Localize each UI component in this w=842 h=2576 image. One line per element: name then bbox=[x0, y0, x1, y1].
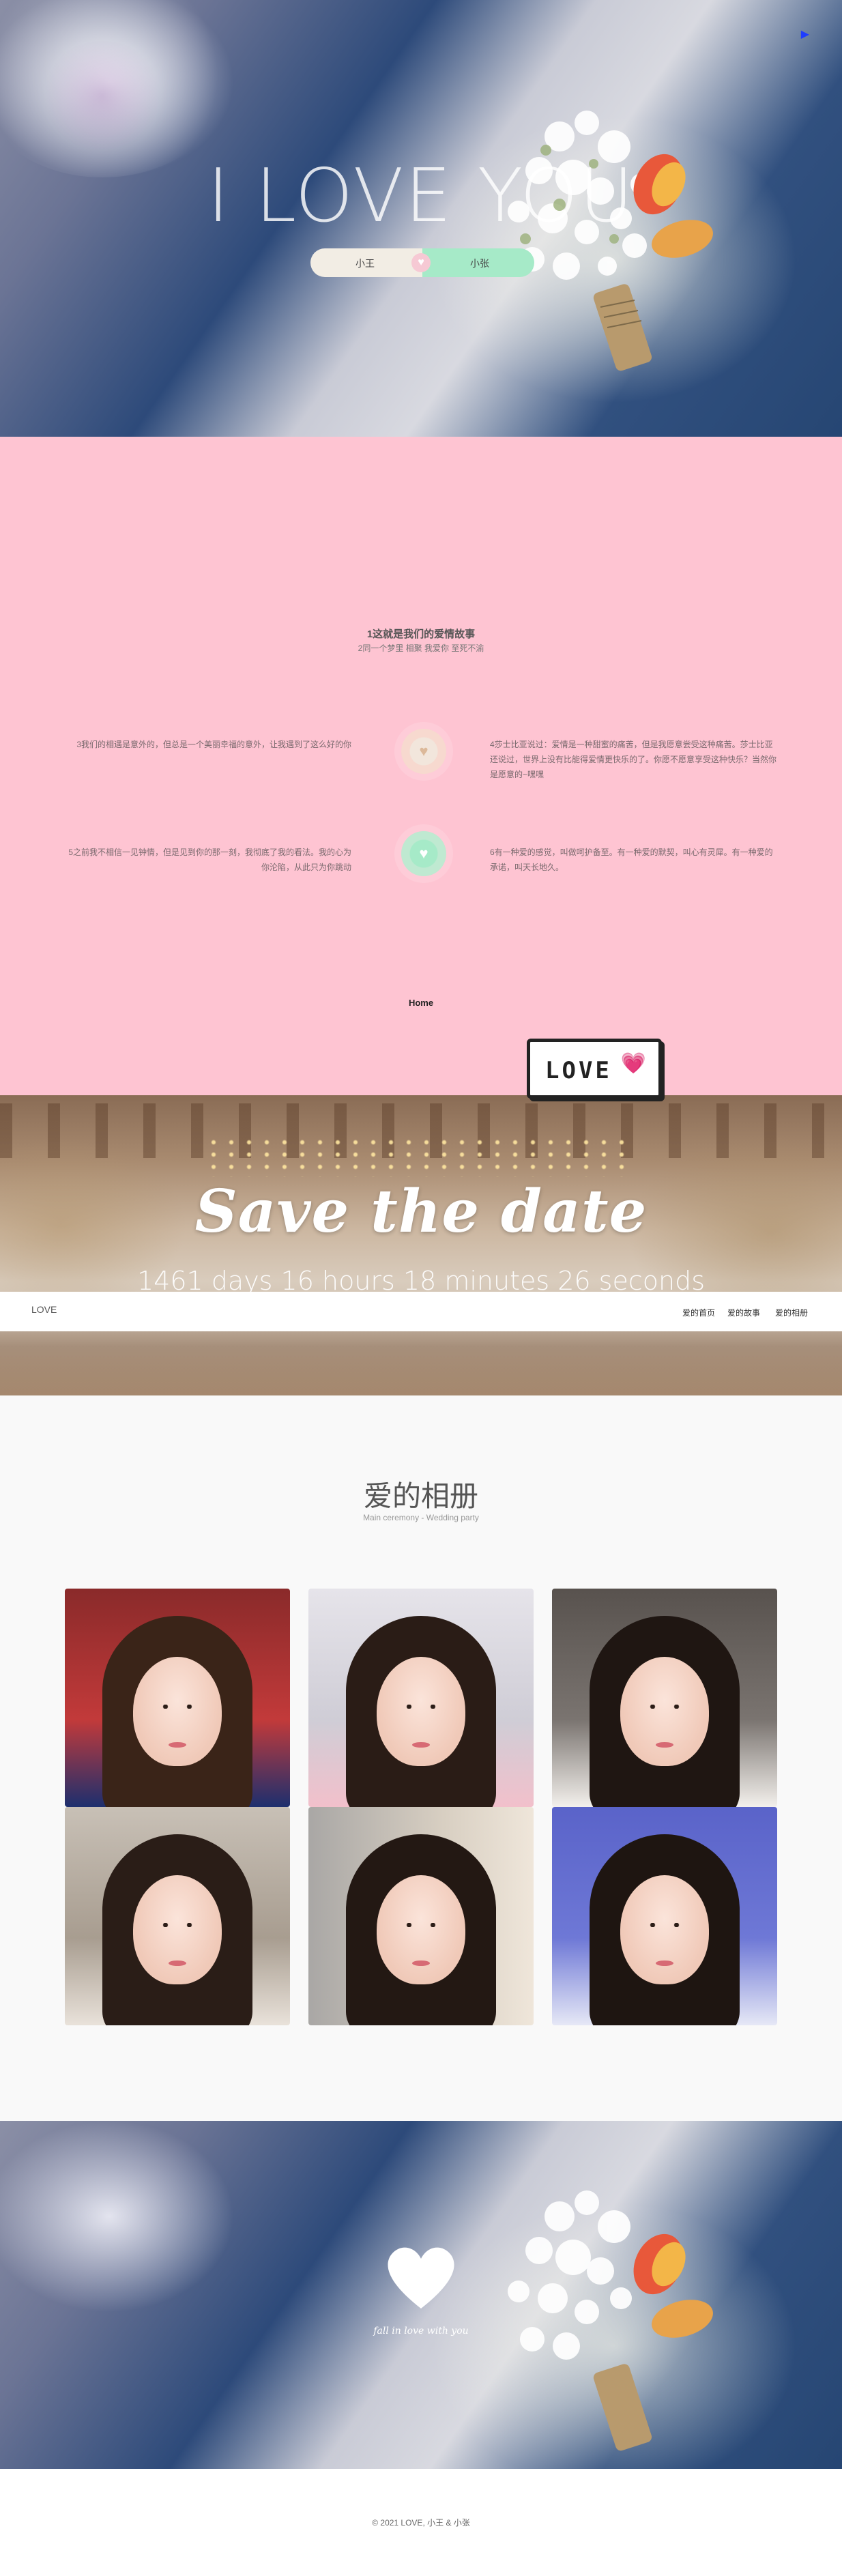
play-icon[interactable]: ▶ bbox=[801, 27, 809, 41]
hero-floral-blur bbox=[41, 41, 164, 150]
timeline-item: 3我们的相遇是意外的，但总是一个美丽幸福的意外，让我遇到了这么好的你 bbox=[76, 740, 351, 749]
timeline-item: 4莎士比亚说过：爱情是一种甜蜜的痛苦，但是我愿意尝受这种痛苦。莎士比亚还说过，世… bbox=[490, 740, 777, 779]
album-photo[interactable] bbox=[65, 1807, 290, 2025]
top-navbar: LOVE 爱的首页 爱的故事 爱的相册 bbox=[0, 1292, 842, 1331]
nav-item-home[interactable]: 爱的首页 bbox=[682, 1307, 715, 1318]
home-link[interactable]: Home bbox=[0, 998, 842, 1008]
album-photo[interactable] bbox=[65, 1589, 290, 1807]
album-photo[interactable] bbox=[308, 1807, 534, 2025]
love-story-section: 1这就是我们的爱情故事 2同一个梦里 相聚 我爱你 至死不渝 3我们的相遇是意外… bbox=[0, 437, 842, 1099]
heart-icon: ♥ bbox=[411, 253, 431, 272]
copyright-text: © 2021 LOVE, 小王 & 小张 bbox=[372, 2518, 470, 2528]
closing-banner: fall in love with you bbox=[0, 2121, 842, 2469]
love-badge: LOVE 💗 bbox=[527, 1039, 662, 1099]
nav-item-album[interactable]: 爱的相册 bbox=[775, 1307, 808, 1318]
story-title: 1这就是我们的爱情故事 bbox=[366, 628, 476, 640]
heart-icon: ♥ bbox=[401, 729, 446, 774]
love-badge-text: LOVE bbox=[545, 1057, 612, 1084]
nav-item-story[interactable]: 爱的故事 bbox=[727, 1307, 760, 1318]
partner-left-name: 小王 bbox=[355, 258, 375, 269]
brand-logo[interactable]: LOVE bbox=[31, 1304, 57, 1315]
album-subtitle: Main ceremony - Wedding party bbox=[363, 1513, 479, 1522]
save-the-date-title: Save the date bbox=[194, 1177, 648, 1246]
save-the-date-section: Save the date 1461 days 16 hours 18 minu… bbox=[0, 1095, 842, 1395]
closing-tagline: fall in love with you bbox=[373, 2326, 469, 2336]
heart-icon: ♥ bbox=[401, 831, 446, 876]
album-photo[interactable] bbox=[552, 1589, 777, 1807]
album-photo[interactable] bbox=[552, 1807, 777, 2025]
page-footer: © 2021 LOVE, 小王 & 小张 bbox=[0, 2469, 842, 2576]
timeline-item: 5之前我不相信一见钟情，但是见到你的那一刻，我彻底了我的看法。我的心为你沦陷，从… bbox=[68, 848, 351, 872]
photo-album-section: 爱的相册 Main ceremony - Wedding party bbox=[0, 1395, 842, 2121]
heart-icon bbox=[388, 2247, 454, 2309]
album-title: 爱的相册 bbox=[363, 1479, 478, 1513]
couple-names-pill: 小王 ♥ 小张 bbox=[310, 248, 534, 277]
hero-section: ▶ I LOVE YOU 小王 ♥ 小张 bbox=[0, 0, 842, 437]
partner-right-name: 小张 bbox=[470, 258, 489, 269]
bouquet-image bbox=[508, 2190, 713, 2451]
timeline-item: 6有一种爱的感觉，叫做呵护备至。有一种爱的默契，叫心有灵犀。有一种爱的承诺，叫天… bbox=[490, 848, 773, 872]
story-subtitle: 2同一个梦里 相聚 我爱你 至死不渝 bbox=[358, 643, 484, 653]
hero-title: I LOVE YOU bbox=[207, 154, 635, 239]
album-photo[interactable] bbox=[308, 1589, 534, 1807]
pink-heart-icon: 💗 bbox=[620, 1052, 646, 1075]
string-lights bbox=[205, 1136, 628, 1177]
